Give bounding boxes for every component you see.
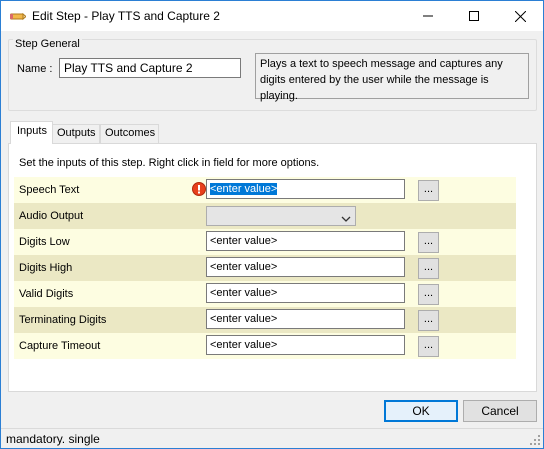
title-bar[interactable]: Edit Step - Play TTS and Capture 2 [1,1,543,31]
input-row-speech-text: Speech Text <enter value> ... [14,177,516,203]
status-bar: mandatory. single [1,428,543,448]
speech-text-input[interactable]: <enter value> [206,179,405,199]
audio-output-dropdown[interactable] [206,206,356,226]
input-label: Audio Output [19,210,84,222]
input-label: Speech Text [19,184,80,196]
warning-icon [192,182,206,196]
input-row-terminating-digits: Terminating Digits <enter value> ... [14,307,516,333]
step-general-legend: Step General [13,38,82,50]
status-text: mandatory. single [6,432,100,446]
close-icon [514,10,526,22]
valid-digits-browse-button[interactable]: ... [418,284,439,305]
ok-button[interactable]: OK [384,400,458,422]
maximize-icon [469,11,479,21]
input-row-valid-digits: Valid Digits <enter value> ... [14,281,516,307]
selected-value-text: <enter value> [210,183,278,195]
digits-low-input[interactable]: <enter value> [206,231,405,251]
cancel-button[interactable]: Cancel [463,400,537,422]
maximize-button[interactable] [451,1,497,31]
input-label: Capture Timeout [19,340,101,352]
capture-timeout-browse-button[interactable]: ... [418,336,439,357]
minimize-icon [423,11,433,21]
resize-grip-icon[interactable] [529,434,541,446]
terminating-digits-input[interactable]: <enter value> [206,309,405,329]
speech-text-browse-button[interactable]: ... [418,180,439,201]
input-row-capture-timeout: Capture Timeout <enter value> ... [14,333,516,359]
valid-digits-input[interactable]: <enter value> [206,283,405,303]
minimize-button[interactable] [405,1,451,31]
terminating-digits-browse-button[interactable]: ... [418,310,439,331]
input-row-digits-high: Digits High <enter value> ... [14,255,516,281]
input-label: Digits Low [19,236,70,248]
window-title: Edit Step - Play TTS and Capture 2 [32,9,220,23]
name-input[interactable]: Play TTS and Capture 2 [59,58,241,78]
input-row-audio-output: Audio Output [14,203,516,229]
close-button[interactable] [497,1,543,31]
input-label: Valid Digits [19,288,74,300]
inputs-description: Set the inputs of this step. Right click… [19,157,320,169]
chevron-down-icon [341,212,351,222]
pencil-icon [10,11,27,21]
input-row-digits-low: Digits Low <enter value> ... [14,229,516,255]
capture-timeout-input[interactable]: <enter value> [206,335,405,355]
digits-high-input[interactable]: <enter value> [206,257,405,277]
tab-outcomes[interactable]: Outcomes [100,124,159,143]
input-label: Digits High [19,262,73,274]
digits-high-browse-button[interactable]: ... [418,258,439,279]
digits-low-browse-button[interactable]: ... [418,232,439,253]
edit-step-dialog: Edit Step - Play TTS and Capture 2 Step … [0,0,544,449]
name-label: Name : [17,63,53,75]
input-label: Terminating Digits [19,314,107,326]
tab-inputs[interactable]: Inputs [10,121,53,144]
step-description: Plays a text to speech message and captu… [255,53,529,102]
tab-outputs[interactable]: Outputs [52,124,100,143]
